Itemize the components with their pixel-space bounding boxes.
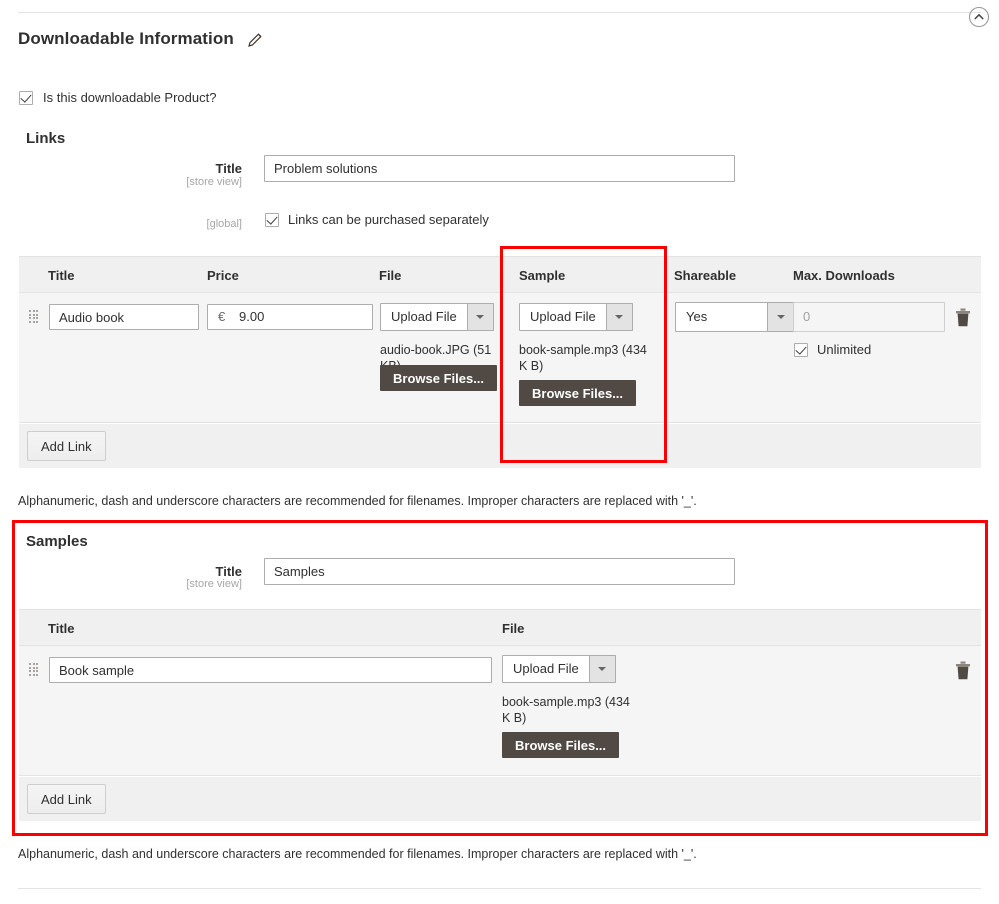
section-header: Downloadable Information	[18, 22, 981, 56]
link-shareable-select[interactable]: Yes	[675, 302, 795, 332]
link-price-value[interactable]: 9.00	[239, 309, 264, 324]
purchase-separately-scope: [global]	[110, 218, 242, 230]
links-add-link-button[interactable]: Add Link	[27, 431, 106, 461]
link-sample-upload-button[interactable]: Upload File	[519, 303, 607, 331]
is-downloadable-label: Is this downloadable Product?	[43, 90, 216, 105]
link-title-input[interactable]	[49, 304, 199, 330]
price-currency-symbol: €	[218, 309, 225, 324]
samples-table-header: Title File	[19, 609, 981, 646]
purchase-separately-checkbox[interactable]	[265, 213, 279, 227]
sample-file-name: book-sample.mp3 (434 K B)	[502, 694, 634, 726]
links-col-shareable: Shareable	[674, 268, 736, 283]
links-note: Alphanumeric, dash and underscore charac…	[18, 494, 697, 508]
chevron-down-icon	[598, 667, 606, 671]
sample-file-upload-dropdown-toggle[interactable]	[590, 655, 616, 683]
link-file-upload-dropdown-toggle[interactable]	[468, 303, 494, 331]
collapse-section-button[interactable]	[966, 4, 992, 30]
unlimited-label: Unlimited	[817, 342, 871, 357]
page-title: Downloadable Information	[18, 29, 234, 49]
link-price-field[interactable]: € 9.00	[207, 304, 373, 330]
samples-note: Alphanumeric, dash and underscore charac…	[18, 847, 697, 861]
links-title-label: Title	[110, 161, 242, 176]
link-max-downloads-input[interactable]: 0	[793, 302, 945, 332]
downloadable-information-page: Downloadable Information Is this downloa…	[0, 0, 999, 904]
samples-title-scope: [store view]	[110, 578, 242, 590]
sample-file-upload-split-button[interactable]: Upload File	[502, 655, 616, 683]
chevron-down-icon	[777, 315, 785, 319]
samples-title-label: Title	[110, 564, 242, 579]
links-col-maxdownloads: Max. Downloads	[793, 268, 895, 283]
drag-handle-icon[interactable]	[29, 663, 38, 677]
is-downloadable-checkbox[interactable]	[19, 91, 33, 105]
link-file-browse-button[interactable]: Browse Files...	[380, 365, 497, 391]
links-col-title: Title	[48, 268, 75, 283]
is-downloadable-row[interactable]: Is this downloadable Product?	[19, 90, 216, 105]
links-col-file: File	[379, 268, 401, 283]
bottom-divider	[18, 888, 981, 889]
link-shareable-value[interactable]: Yes	[675, 302, 768, 332]
links-table-header: Title Price File Sample Shareable Max. D…	[19, 256, 981, 293]
trash-icon[interactable]	[955, 308, 971, 327]
top-divider	[18, 12, 981, 13]
chevron-down-icon	[615, 315, 623, 319]
links-title-input[interactable]	[264, 155, 735, 182]
links-title-scope: [store view]	[110, 176, 242, 188]
sample-title-input[interactable]	[49, 657, 492, 683]
link-file-upload-split-button[interactable]: Upload File	[380, 303, 494, 331]
link-sample-browse-button[interactable]: Browse Files...	[519, 380, 636, 406]
chevron-down-icon	[476, 315, 484, 319]
link-max-downloads-placeholder: 0	[803, 309, 810, 324]
links-heading: Links	[26, 130, 65, 147]
link-sample-upload-dropdown-toggle[interactable]	[607, 303, 633, 331]
link-sample-upload-split-button[interactable]: Upload File	[519, 303, 633, 331]
unlimited-checkbox[interactable]	[794, 343, 808, 357]
link-shareable-dropdown-toggle[interactable]	[768, 302, 795, 332]
samples-col-title: Title	[48, 621, 75, 636]
links-table-footer	[19, 424, 981, 468]
samples-col-file: File	[502, 621, 524, 636]
pencil-icon[interactable]	[246, 31, 264, 49]
trash-icon[interactable]	[955, 661, 971, 680]
sample-file-browse-button[interactable]: Browse Files...	[502, 732, 619, 758]
link-file-upload-button[interactable]: Upload File	[380, 303, 468, 331]
sample-file-upload-button[interactable]: Upload File	[502, 655, 590, 683]
link-sample-file-name: book-sample.mp3 (434 K B)	[519, 342, 651, 374]
unlimited-row[interactable]: Unlimited	[794, 342, 871, 357]
purchase-separately-row[interactable]: Links can be purchased separately	[265, 212, 489, 227]
links-col-price: Price	[207, 268, 239, 283]
samples-add-link-button[interactable]: Add Link	[27, 784, 106, 814]
links-col-sample: Sample	[519, 268, 565, 283]
samples-title-input[interactable]	[264, 558, 735, 585]
purchase-separately-label: Links can be purchased separately	[288, 212, 489, 227]
samples-heading: Samples	[26, 533, 88, 550]
samples-table-footer	[19, 777, 981, 821]
drag-handle-icon[interactable]	[29, 310, 38, 324]
